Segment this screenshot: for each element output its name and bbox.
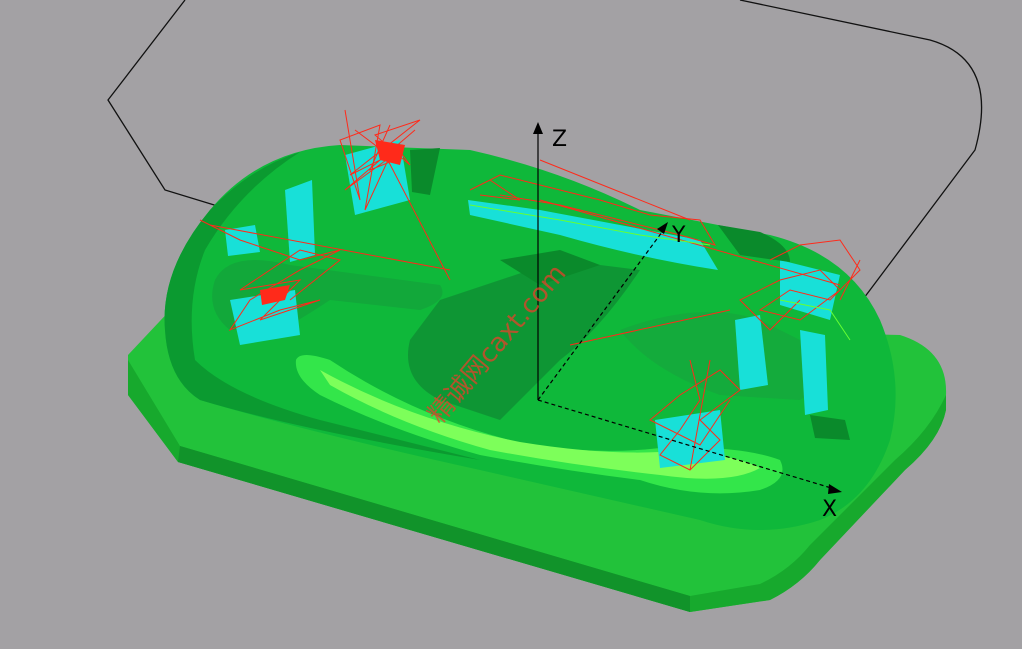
cad-3d-viewport[interactable]: Z Y X 精诚网caxt.com — [0, 0, 1022, 649]
machining-part-scene: Z Y X 精诚网caxt.com — [107, 0, 983, 612]
x-axis-label: X — [822, 497, 837, 522]
cyan-wall-bottom — [655, 410, 725, 468]
y-axis-label: Y — [671, 223, 686, 248]
z-axis-label: Z — [552, 127, 567, 152]
z-arrow-icon — [533, 122, 543, 134]
